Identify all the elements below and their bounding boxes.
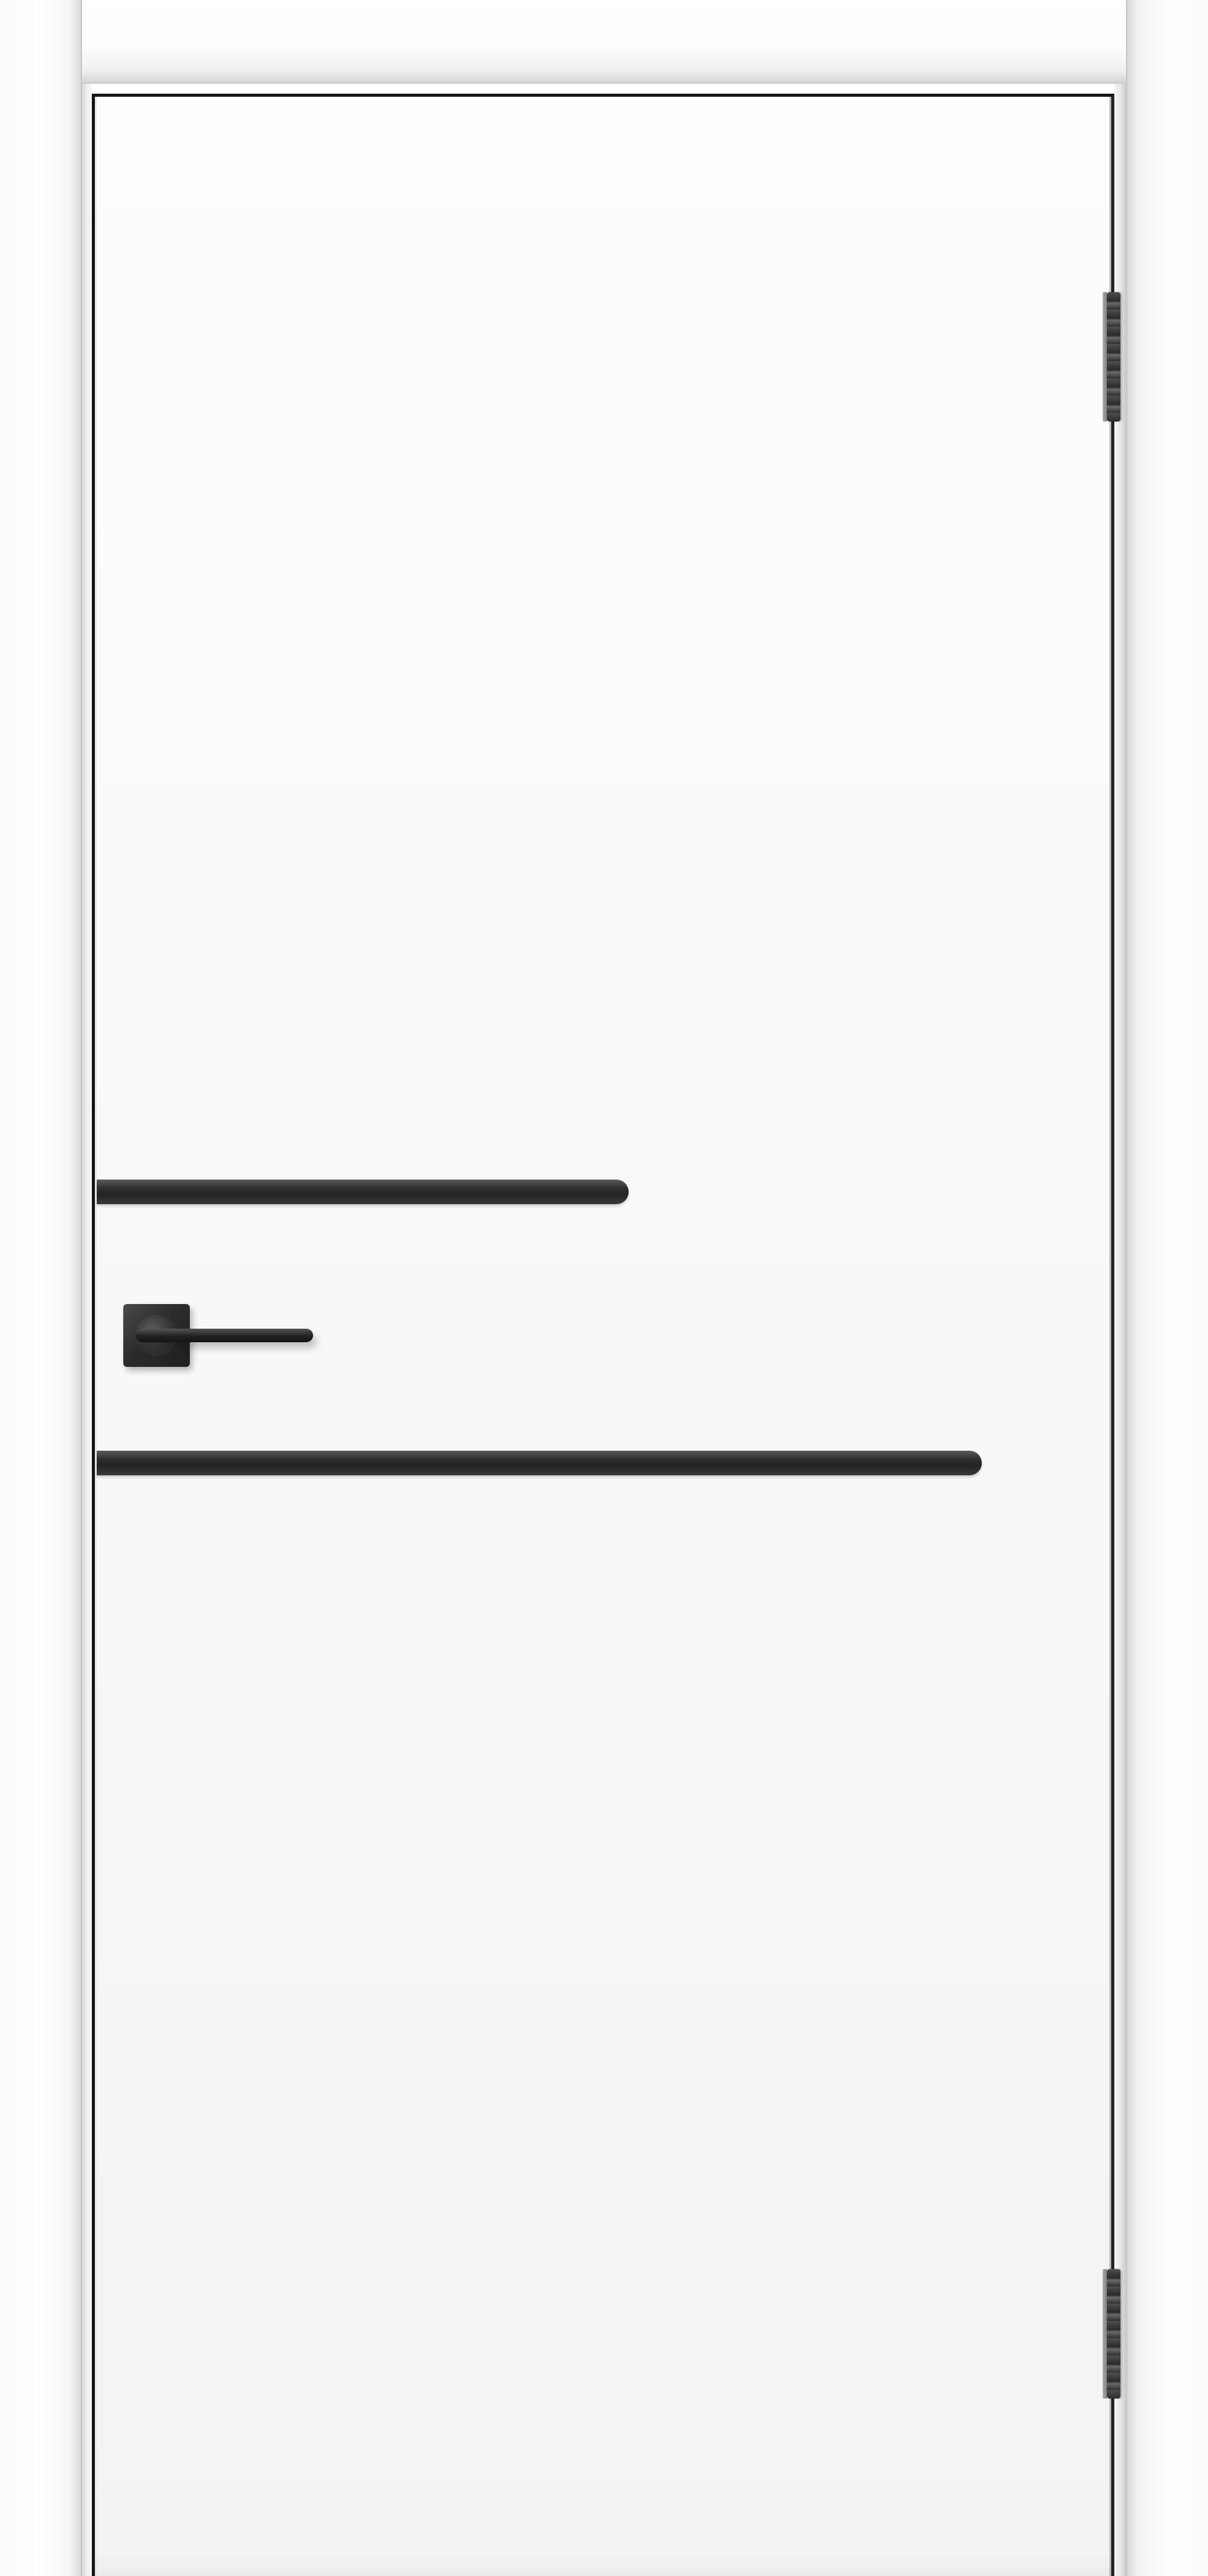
door-handle-icon bbox=[136, 1329, 313, 1342]
hinge-upper-icon bbox=[1103, 292, 1120, 422]
hinge-lower-icon bbox=[1103, 2269, 1120, 2399]
door-scene bbox=[0, 0, 1208, 2576]
door-frame-left bbox=[0, 0, 82, 2576]
decorative-groove-lower bbox=[97, 1451, 982, 1475]
door-frame-inner-right bbox=[1114, 84, 1126, 2576]
floor-shadow bbox=[92, 2551, 1114, 2576]
door-frame-inner-left bbox=[82, 84, 92, 2576]
door-frame-right bbox=[1126, 0, 1208, 2576]
decorative-groove-upper bbox=[97, 1180, 629, 1204]
door-frame-top bbox=[82, 0, 1126, 84]
